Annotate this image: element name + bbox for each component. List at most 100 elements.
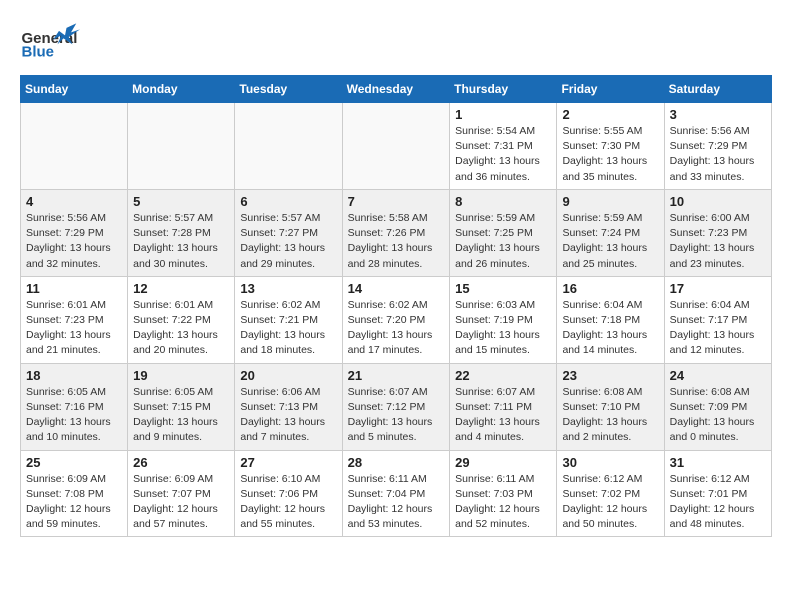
day-info: Sunrise: 6:01 AM Sunset: 7:23 PM Dayligh…	[26, 298, 122, 359]
day-info: Sunrise: 6:10 AM Sunset: 7:06 PM Dayligh…	[240, 472, 336, 533]
day-info: Sunrise: 5:59 AM Sunset: 7:25 PM Dayligh…	[455, 211, 551, 272]
day-number: 4	[26, 194, 122, 209]
calendar-day-cell: 23Sunrise: 6:08 AM Sunset: 7:10 PM Dayli…	[557, 363, 664, 450]
weekday-header-thursday: Thursday	[450, 76, 557, 103]
day-number: 24	[670, 368, 766, 383]
day-info: Sunrise: 6:11 AM Sunset: 7:03 PM Dayligh…	[455, 472, 551, 533]
day-number: 5	[133, 194, 229, 209]
calendar-week-row: 18 Sunrise: 6:05 AM Sunset: 7:16 PM Dayli…	[21, 363, 772, 450]
calendar-day-cell: 11 Sunrise: 6:01 AM Sunset: 7:23 PM Dayli…	[21, 276, 128, 363]
day-info: Sunrise: 6:06 AM Sunset: 7:13 PM Dayligh…	[240, 385, 336, 446]
day-number: 12	[133, 281, 229, 296]
weekday-header-row: SundayMondayTuesdayWednesdayThursdayFrid…	[21, 76, 772, 103]
day-info: Sunrise: 6:05 AM Sunset: 7:16 PM Dayligh…	[26, 385, 122, 446]
day-number: 25	[26, 455, 122, 470]
weekday-header-monday: Monday	[128, 76, 235, 103]
day-info: Sunrise: 6:02 AM Sunset: 7:21 PM Dayligh…	[240, 298, 336, 359]
calendar-day-cell: 2 Sunrise: 5:55 AM Sunset: 7:30 PM Daylig…	[557, 103, 664, 190]
day-number: 31	[670, 455, 766, 470]
calendar-day-cell: 7 Sunrise: 5:58 AM Sunset: 7:26 PM Daylig…	[342, 189, 450, 276]
calendar-day-cell: 9 Sunrise: 5:59 AM Sunset: 7:24 PM Daylig…	[557, 189, 664, 276]
calendar-day-cell: 20 Sunrise: 6:06 AM Sunset: 7:13 PM Dayli…	[235, 363, 342, 450]
calendar-day-cell	[21, 103, 128, 190]
day-info: Sunrise: 6:03 AM Sunset: 7:19 PM Dayligh…	[455, 298, 551, 359]
logo: General Blue	[20, 20, 80, 65]
day-number: 10	[670, 194, 766, 209]
day-number: 8	[455, 194, 551, 209]
weekday-header-sunday: Sunday	[21, 76, 128, 103]
day-info: Sunrise: 5:59 AM Sunset: 7:24 PM Dayligh…	[562, 211, 658, 272]
calendar-week-row: 4 Sunrise: 5:56 AM Sunset: 7:29 PM Daylig…	[21, 189, 772, 276]
weekday-header-wednesday: Wednesday	[342, 76, 450, 103]
calendar-day-cell: 17 Sunrise: 6:04 AM Sunset: 7:17 PM Dayli…	[664, 276, 771, 363]
calendar-table: SundayMondayTuesdayWednesdayThursdayFrid…	[20, 75, 772, 537]
logo-icon: General Blue	[20, 20, 80, 65]
day-info: Sunrise: 5:56 AM Sunset: 7:29 PM Dayligh…	[26, 211, 122, 272]
calendar-day-cell: 25 Sunrise: 6:09 AM Sunset: 7:08 PM Dayli…	[21, 450, 128, 537]
calendar-day-cell: 24 Sunrise: 6:08 AM Sunset: 7:09 PM Dayli…	[664, 363, 771, 450]
calendar-week-row: 11 Sunrise: 6:01 AM Sunset: 7:23 PM Dayli…	[21, 276, 772, 363]
calendar-day-cell: 28 Sunrise: 6:11 AM Sunset: 7:04 PM Dayli…	[342, 450, 450, 537]
day-number: 28	[348, 455, 445, 470]
calendar-day-cell: 6 Sunrise: 5:57 AM Sunset: 7:27 PM Daylig…	[235, 189, 342, 276]
day-number: 21	[348, 368, 445, 383]
calendar-day-cell: 19 Sunrise: 6:05 AM Sunset: 7:15 PM Dayli…	[128, 363, 235, 450]
day-info: Sunrise: 5:57 AM Sunset: 7:28 PM Dayligh…	[133, 211, 229, 272]
day-number: 27	[240, 455, 336, 470]
calendar-day-cell: 22 Sunrise: 6:07 AM Sunset: 7:11 PM Dayli…	[450, 363, 557, 450]
day-number: 9	[562, 194, 658, 209]
calendar-week-row: 1 Sunrise: 5:54 AM Sunset: 7:31 PM Daylig…	[21, 103, 772, 190]
calendar-day-cell	[342, 103, 450, 190]
day-info: Sunrise: 5:55 AM Sunset: 7:30 PM Dayligh…	[562, 124, 658, 185]
calendar-day-cell	[128, 103, 235, 190]
calendar-day-cell: 3Sunrise: 5:56 AM Sunset: 7:29 PM Daylig…	[664, 103, 771, 190]
day-number: 1	[455, 107, 551, 122]
day-number: 29	[455, 455, 551, 470]
day-info: Sunrise: 6:02 AM Sunset: 7:20 PM Dayligh…	[348, 298, 445, 359]
day-number: 30	[562, 455, 658, 470]
day-number: 19	[133, 368, 229, 383]
calendar-day-cell: 27 Sunrise: 6:10 AM Sunset: 7:06 PM Dayli…	[235, 450, 342, 537]
calendar-day-cell: 30 Sunrise: 6:12 AM Sunset: 7:02 PM Dayli…	[557, 450, 664, 537]
day-number: 7	[348, 194, 445, 209]
calendar-day-cell: 15 Sunrise: 6:03 AM Sunset: 7:19 PM Dayli…	[450, 276, 557, 363]
day-info: Sunrise: 6:08 AM Sunset: 7:09 PM Dayligh…	[670, 385, 766, 446]
calendar-day-cell: 8 Sunrise: 5:59 AM Sunset: 7:25 PM Daylig…	[450, 189, 557, 276]
day-info: Sunrise: 6:08 AM Sunset: 7:10 PM Dayligh…	[562, 385, 658, 446]
calendar-week-row: 25 Sunrise: 6:09 AM Sunset: 7:08 PM Dayli…	[21, 450, 772, 537]
calendar-day-cell: 29 Sunrise: 6:11 AM Sunset: 7:03 PM Dayli…	[450, 450, 557, 537]
calendar-day-cell: 21 Sunrise: 6:07 AM Sunset: 7:12 PM Dayli…	[342, 363, 450, 450]
weekday-header-saturday: Saturday	[664, 76, 771, 103]
day-info: Sunrise: 6:09 AM Sunset: 7:08 PM Dayligh…	[26, 472, 122, 533]
day-number: 6	[240, 194, 336, 209]
calendar-day-cell: 26Sunrise: 6:09 AM Sunset: 7:07 PM Dayli…	[128, 450, 235, 537]
calendar-day-cell: 16 Sunrise: 6:04 AM Sunset: 7:18 PM Dayli…	[557, 276, 664, 363]
calendar-day-cell: 12Sunrise: 6:01 AM Sunset: 7:22 PM Dayli…	[128, 276, 235, 363]
day-info: Sunrise: 6:05 AM Sunset: 7:15 PM Dayligh…	[133, 385, 229, 446]
calendar-day-cell: 18 Sunrise: 6:05 AM Sunset: 7:16 PM Dayli…	[21, 363, 128, 450]
day-number: 22	[455, 368, 551, 383]
day-number: 17	[670, 281, 766, 296]
day-info: Sunrise: 5:58 AM Sunset: 7:26 PM Dayligh…	[348, 211, 445, 272]
day-info: Sunrise: 6:07 AM Sunset: 7:12 PM Dayligh…	[348, 385, 445, 446]
day-info: Sunrise: 6:11 AM Sunset: 7:04 PM Dayligh…	[348, 472, 445, 533]
day-info: Sunrise: 6:12 AM Sunset: 7:02 PM Dayligh…	[562, 472, 658, 533]
calendar-day-cell: 5 Sunrise: 5:57 AM Sunset: 7:28 PM Daylig…	[128, 189, 235, 276]
day-info: Sunrise: 5:57 AM Sunset: 7:27 PM Dayligh…	[240, 211, 336, 272]
day-info: Sunrise: 5:54 AM Sunset: 7:31 PM Dayligh…	[455, 124, 551, 185]
day-number: 2	[562, 107, 658, 122]
calendar-day-cell: 10Sunrise: 6:00 AM Sunset: 7:23 PM Dayli…	[664, 189, 771, 276]
day-info: Sunrise: 5:56 AM Sunset: 7:29 PM Dayligh…	[670, 124, 766, 185]
day-info: Sunrise: 6:07 AM Sunset: 7:11 PM Dayligh…	[455, 385, 551, 446]
calendar-day-cell: 14 Sunrise: 6:02 AM Sunset: 7:20 PM Dayli…	[342, 276, 450, 363]
day-info: Sunrise: 6:04 AM Sunset: 7:17 PM Dayligh…	[670, 298, 766, 359]
calendar-day-cell	[235, 103, 342, 190]
day-number: 20	[240, 368, 336, 383]
day-info: Sunrise: 6:04 AM Sunset: 7:18 PM Dayligh…	[562, 298, 658, 359]
day-number: 11	[26, 281, 122, 296]
day-number: 15	[455, 281, 551, 296]
day-number: 14	[348, 281, 445, 296]
day-number: 18	[26, 368, 122, 383]
weekday-header-friday: Friday	[557, 76, 664, 103]
day-number: 16	[562, 281, 658, 296]
